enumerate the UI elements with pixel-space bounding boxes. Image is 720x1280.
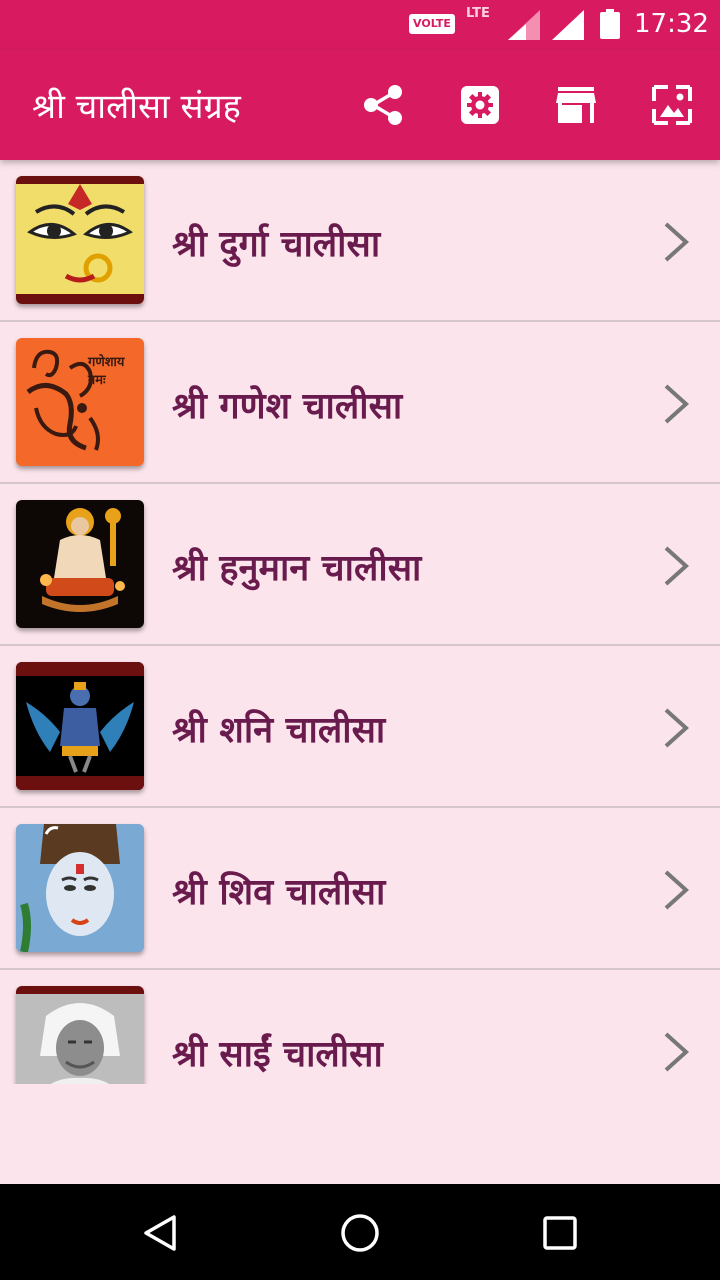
list-item-durga[interactable]: श्री दुर्गा चालीसा: [0, 160, 720, 322]
share-icon: [364, 85, 402, 125]
store-button[interactable]: [551, 80, 601, 130]
thumb-caption: गणेशाय नमः: [88, 355, 125, 388]
navigation-bar: [0, 1184, 720, 1280]
durga-image: [16, 176, 144, 304]
shani-image: [16, 662, 144, 790]
list-item-shiva[interactable]: श्री शिव चालीसा: [0, 808, 720, 970]
wallpaper-icon: [652, 85, 692, 125]
share-button[interactable]: [358, 80, 408, 130]
signal-icon: [552, 10, 584, 40]
chalisa-list: श्री दुर्गा चालीसा गणेशाय नमः श्री गणेश …: [0, 160, 720, 1084]
volte-badge: VOLTE: [409, 14, 455, 34]
list-item-shani[interactable]: श्री शनि चालीसा: [0, 646, 720, 808]
recents-icon: [543, 1216, 577, 1250]
signal-icon: [508, 10, 540, 40]
settings-button[interactable]: [455, 80, 505, 130]
sai-image: [16, 986, 144, 1084]
list-item-label: श्री साईं चालीसा: [172, 1034, 383, 1075]
list-item-label: श्री गणेश चालीसा: [172, 386, 403, 427]
recents-button[interactable]: [535, 1208, 585, 1258]
store-icon: [556, 87, 596, 123]
list-item-hanuman[interactable]: श्री हनुमान चालीसा: [0, 484, 720, 646]
ganesh-image: गणेशाय नमः: [16, 338, 144, 466]
list-item-label: श्री दुर्गा चालीसा: [172, 224, 381, 265]
home-button[interactable]: [335, 1208, 385, 1258]
wallpaper-button[interactable]: [647, 80, 697, 130]
list-item-label: श्री शनि चालीसा: [172, 710, 386, 751]
list-item-label: श्री हनुमान चालीसा: [172, 548, 422, 589]
app-bar: श्री चालीसा संग्रह: [0, 50, 720, 160]
hanuman-image: [16, 500, 144, 628]
list-item-ganesh[interactable]: गणेशाय नमः श्री गणेश चालीसा: [0, 322, 720, 484]
shiva-image: [16, 824, 144, 952]
app-title: श्री चालीसा संग्रह: [32, 87, 241, 127]
battery-icon: [600, 9, 620, 39]
home-icon: [341, 1214, 379, 1252]
back-button[interactable]: [135, 1208, 185, 1258]
chevron-right-icon: [664, 384, 689, 424]
chevron-right-icon: [664, 222, 689, 262]
back-icon: [144, 1215, 176, 1251]
clock: 17:32: [634, 9, 709, 39]
chevron-right-icon: [664, 546, 689, 586]
chevron-right-icon: [664, 870, 689, 910]
settings-icon: [461, 86, 499, 124]
status-bar: VOLTE LTE 17:32: [0, 0, 720, 50]
chevron-right-icon: [664, 1032, 689, 1072]
lte-indicator: LTE: [466, 6, 490, 21]
list-item-sai[interactable]: श्री साईं चालीसा: [0, 970, 720, 1084]
chevron-right-icon: [664, 708, 689, 748]
list-item-label: श्री शिव चालीसा: [172, 872, 386, 913]
